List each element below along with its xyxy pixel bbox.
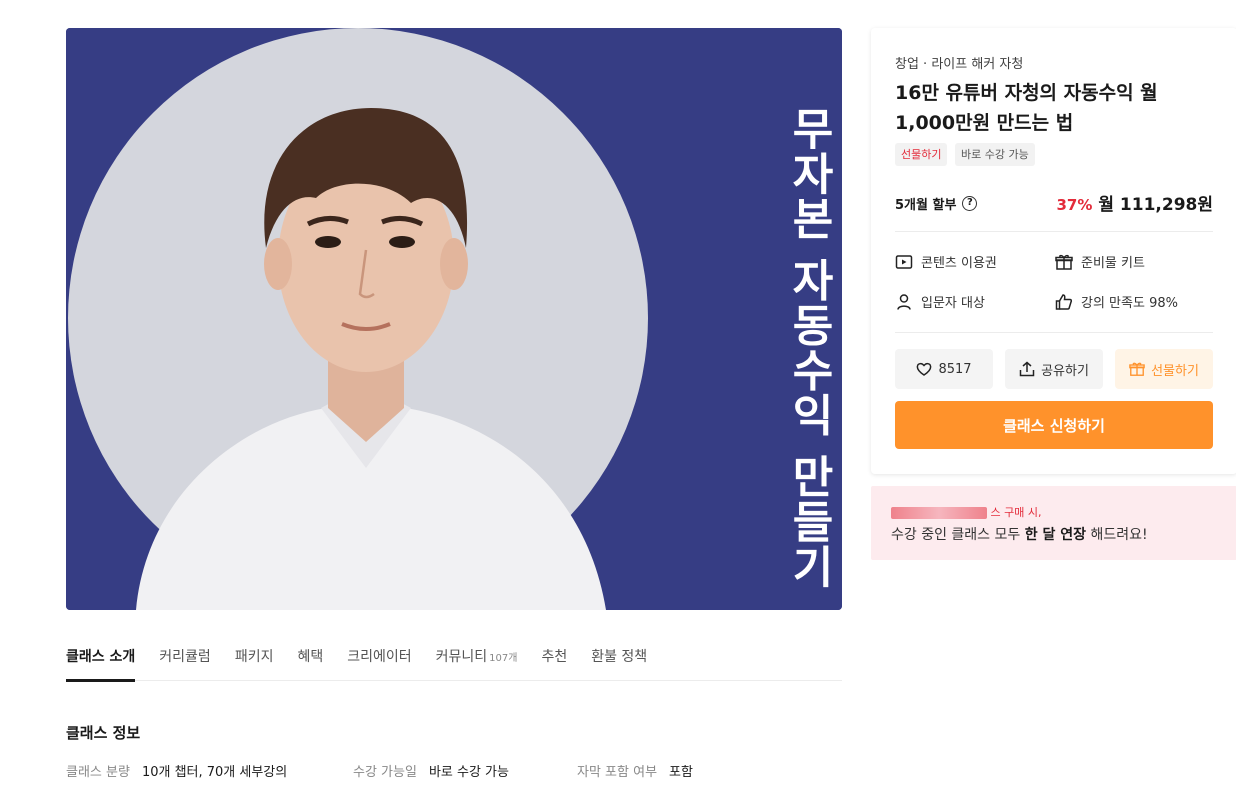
like-count: 8517 — [938, 361, 972, 377]
available-now-badge: 바로 수강 가능 — [955, 143, 1035, 166]
installment-label: 5개월 할부 ? — [895, 194, 978, 213]
purchase-card: 창업 · 라이프 해커 자청 16만 유튜버 자청의 자동수익 월 1,000만… — [871, 28, 1236, 474]
heart-icon — [917, 362, 932, 376]
tab-creator[interactable]: 크리에이터 — [347, 640, 411, 681]
share-button[interactable]: 공유하기 — [1005, 349, 1103, 389]
promo-line2-suffix: 해드려요! — [1086, 527, 1148, 543]
info-key: 자막 포함 여부 — [577, 765, 658, 780]
feature-kit: 준비물 키트 — [1055, 252, 1145, 271]
info-key: 클래스 분량 — [66, 765, 130, 780]
info-value: 바로 수강 가능 — [428, 765, 509, 780]
info-duration: 클래스 분량 10개 챕터, 70개 세부강의 — [66, 761, 287, 780]
info-value: 포함 — [669, 765, 693, 780]
divider — [895, 231, 1213, 232]
tab-class-intro[interactable]: 클래스 소개 — [66, 640, 136, 682]
gift-label: 선물하기 — [1151, 363, 1199, 379]
gift-button[interactable]: 선물하기 — [1115, 349, 1213, 389]
feature-label: 준비물 키트 — [1081, 256, 1145, 271]
tab-benefits[interactable]: 혜택 — [297, 640, 323, 681]
tab-community[interactable]: 커뮤니티 107개 — [436, 640, 518, 681]
enroll-button[interactable]: 클래스 신청하기 — [895, 401, 1213, 449]
class-category: 창업 · 라이프 해커 자청 — [895, 57, 1024, 72]
price: 37% 월 111,298원 — [1056, 190, 1213, 215]
monthly-price: 월 111,298원 — [1098, 195, 1213, 215]
tab-community-count: 107개 — [489, 653, 518, 664]
promo-banner[interactable]: 스 구매 시, 수강 중인 클래스 모두 한 달 연장 해드려요! — [871, 486, 1236, 560]
discount-rate: 37% — [1056, 196, 1093, 214]
installment-text: 5개월 할부 — [895, 198, 957, 213]
hero-image: 무자본 자동수익 만들기 — [66, 28, 842, 610]
info-available: 수강 가능일 바로 수강 가능 — [353, 761, 509, 780]
feature-content-pass: 콘텐츠 이용권 — [895, 252, 997, 271]
feature-label: 입문자 대상 — [921, 296, 985, 311]
like-button[interactable]: 8517 — [895, 349, 993, 389]
tab-curriculum[interactable]: 커리큘럼 — [159, 640, 211, 681]
feature-satisfaction: 강의 만족도 98% — [1055, 292, 1178, 311]
promo-line1: 스 구매 시, — [891, 504, 1041, 520]
instructor-portrait — [66, 28, 842, 610]
promo-line1-text: 스 구매 시, — [990, 506, 1042, 519]
person-icon — [897, 293, 911, 310]
share-label: 공유하기 — [1041, 363, 1089, 379]
feature-target: 입문자 대상 — [895, 292, 985, 311]
help-icon[interactable]: ? — [962, 196, 978, 211]
info-subtitles: 자막 포함 여부 포함 — [577, 761, 693, 780]
promo-line2-bold: 한 달 연장 — [1024, 527, 1087, 543]
class-tabs: 클래스 소개 커리큘럼 패키지 혜택 크리에이터 커뮤니티 107개 추천 환불 … — [66, 640, 842, 682]
gift-badge: 선물하기 — [895, 143, 948, 166]
promo-line2-prefix: 수강 중인 클래스 모두 — [891, 527, 1025, 543]
promo-line2: 수강 중인 클래스 모두 한 달 연장 해드려요! — [891, 524, 1148, 544]
hero-title: 무자본 자동수익 만들기 — [783, 106, 834, 589]
tab-package[interactable]: 패키지 — [235, 640, 274, 681]
gift-icon — [1129, 362, 1145, 376]
info-key: 수강 가능일 — [353, 765, 417, 780]
tab-refund-policy[interactable]: 환불 정책 — [591, 640, 647, 681]
class-title: 16만 유튜버 자청의 자동수익 월 1,000만원 만드는 법 — [895, 82, 1158, 134]
share-icon — [1019, 361, 1035, 377]
tab-community-label: 커뮤니티 — [435, 649, 488, 665]
class-info-title: 클래스 정보 — [66, 724, 141, 742]
info-value: 10개 챕터, 70개 세부강의 — [141, 765, 288, 780]
feature-label: 콘텐츠 이용권 — [921, 256, 997, 271]
feature-label: 강의 만족도 98% — [1081, 296, 1178, 311]
play-square-icon — [895, 254, 913, 269]
thumbs-up-icon — [1055, 293, 1073, 310]
tab-recommend[interactable]: 추천 — [541, 640, 567, 681]
gift-icon — [1055, 254, 1073, 270]
redacted-text — [891, 507, 987, 519]
divider — [895, 332, 1213, 333]
